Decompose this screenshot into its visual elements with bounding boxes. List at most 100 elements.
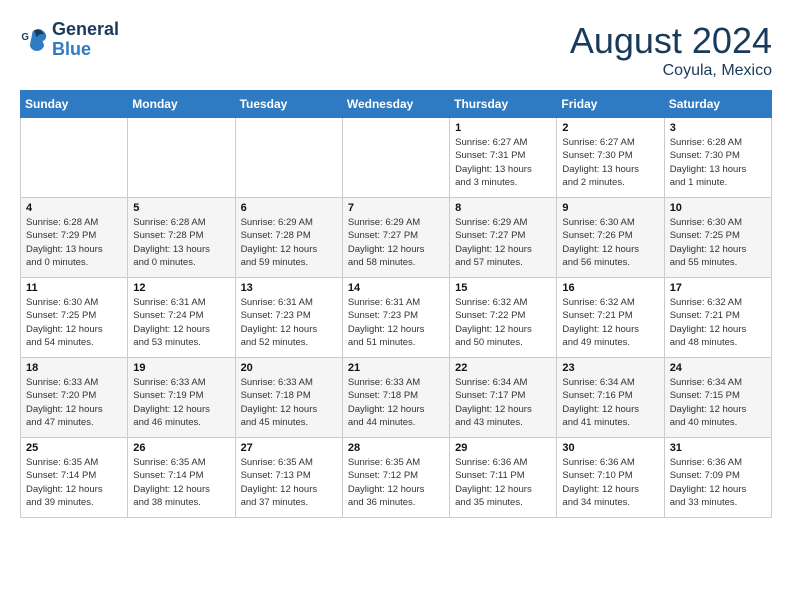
calendar-cell: 17 Sunrise: 6:32 AM Sunset: 7:21 PM Dayli… xyxy=(664,278,771,358)
day-info: Sunrise: 6:32 AM Sunset: 7:21 PM Dayligh… xyxy=(670,296,766,349)
calendar-cell: 18 Sunrise: 6:33 AM Sunset: 7:20 PM Dayli… xyxy=(21,358,128,438)
day-info: Sunrise: 6:30 AM Sunset: 7:26 PM Dayligh… xyxy=(562,216,658,269)
calendar-cell: 24Sunrise: 6:34 AM Sunset: 7:15 PM Dayli… xyxy=(664,358,771,438)
day-number: 4 xyxy=(26,202,122,214)
day-number: 12 xyxy=(133,282,229,294)
calendar-cell: 27 Sunrise: 6:35 AM Sunset: 7:13 PM Dayli… xyxy=(235,438,342,518)
calendar-cell: 12 Sunrise: 6:31 AM Sunset: 7:24 PM Dayli… xyxy=(128,278,235,358)
day-info: Sunrise: 6:34 AM Sunset: 7:15 PM Dayligh… xyxy=(670,376,766,429)
day-info: Sunrise: 6:34 AM Sunset: 7:17 PM Dayligh… xyxy=(455,376,551,429)
day-info: Sunrise: 6:28 AM Sunset: 7:29 PM Dayligh… xyxy=(26,216,122,269)
calendar-week-5: 25Sunrise: 6:35 AM Sunset: 7:14 PM Dayli… xyxy=(21,438,772,518)
calendar-week-1: 1Sunrise: 6:27 AM Sunset: 7:31 PM Daylig… xyxy=(21,118,772,198)
title-block: August 2024 Coyula, Mexico xyxy=(570,20,772,80)
day-info: Sunrise: 6:35 AM Sunset: 7:13 PM Dayligh… xyxy=(241,456,337,509)
day-number: 8 xyxy=(455,202,551,214)
day-number: 13 xyxy=(241,282,337,294)
calendar-cell: 16Sunrise: 6:32 AM Sunset: 7:21 PM Dayli… xyxy=(557,278,664,358)
day-number: 19 xyxy=(133,362,229,374)
day-number: 28 xyxy=(348,442,444,454)
day-info: Sunrise: 6:35 AM Sunset: 7:14 PM Dayligh… xyxy=(133,456,229,509)
logo: G General Blue xyxy=(20,20,119,60)
page-header: G General Blue August 2024 Coyula, Mexic… xyxy=(20,20,772,80)
calendar-cell: 10 Sunrise: 6:30 AM Sunset: 7:25 PM Dayli… xyxy=(664,198,771,278)
calendar-cell: 11 Sunrise: 6:30 AM Sunset: 7:25 PM Dayli… xyxy=(21,278,128,358)
calendar-cell: 31 Sunrise: 6:36 AM Sunset: 7:09 PM Dayli… xyxy=(664,438,771,518)
day-info: Sunrise: 6:33 AM Sunset: 7:19 PM Dayligh… xyxy=(133,376,229,429)
day-number: 7 xyxy=(348,202,444,214)
day-number: 14 xyxy=(348,282,444,294)
calendar-cell: 8 Sunrise: 6:29 AM Sunset: 7:27 PM Daylig… xyxy=(450,198,557,278)
day-info: Sunrise: 6:35 AM Sunset: 7:14 PM Dayligh… xyxy=(26,456,122,509)
calendar-cell: 14 Sunrise: 6:31 AM Sunset: 7:23 PM Dayli… xyxy=(342,278,449,358)
day-number: 26 xyxy=(133,442,229,454)
day-number: 1 xyxy=(455,122,551,134)
day-info: Sunrise: 6:36 AM Sunset: 7:09 PM Dayligh… xyxy=(670,456,766,509)
calendar-cell: 19 Sunrise: 6:33 AM Sunset: 7:19 PM Dayli… xyxy=(128,358,235,438)
day-info: Sunrise: 6:30 AM Sunset: 7:25 PM Dayligh… xyxy=(26,296,122,349)
calendar-header: SundayMondayTuesdayWednesdayThursdayFrid… xyxy=(21,91,772,118)
day-info: Sunrise: 6:29 AM Sunset: 7:27 PM Dayligh… xyxy=(455,216,551,269)
day-number: 2 xyxy=(562,122,658,134)
day-number: 23 xyxy=(562,362,658,374)
day-number: 16 xyxy=(562,282,658,294)
location: Coyula, Mexico xyxy=(570,62,772,80)
day-info: Sunrise: 6:36 AM Sunset: 7:11 PM Dayligh… xyxy=(455,456,551,509)
day-info: Sunrise: 6:33 AM Sunset: 7:20 PM Dayligh… xyxy=(26,376,122,429)
weekday-header-monday: Monday xyxy=(128,91,235,118)
day-number: 5 xyxy=(133,202,229,214)
calendar-cell: 13 Sunrise: 6:31 AM Sunset: 7:23 PM Dayli… xyxy=(235,278,342,358)
day-number: 9 xyxy=(562,202,658,214)
day-info: Sunrise: 6:27 AM Sunset: 7:30 PM Dayligh… xyxy=(562,136,658,189)
calendar-cell: 3Sunrise: 6:28 AM Sunset: 7:30 PM Daylig… xyxy=(664,118,771,198)
calendar-cell: 4 Sunrise: 6:28 AM Sunset: 7:29 PM Daylig… xyxy=(21,198,128,278)
calendar-cell: 6 Sunrise: 6:29 AM Sunset: 7:28 PM Daylig… xyxy=(235,198,342,278)
calendar-cell: 21Sunrise: 6:33 AM Sunset: 7:18 PM Dayli… xyxy=(342,358,449,438)
weekday-header-thursday: Thursday xyxy=(450,91,557,118)
day-info: Sunrise: 6:31 AM Sunset: 7:23 PM Dayligh… xyxy=(348,296,444,349)
calendar-cell: 30 Sunrise: 6:36 AM Sunset: 7:10 PM Dayli… xyxy=(557,438,664,518)
calendar-cell: 23 Sunrise: 6:34 AM Sunset: 7:16 PM Dayli… xyxy=(557,358,664,438)
day-info: Sunrise: 6:29 AM Sunset: 7:27 PM Dayligh… xyxy=(348,216,444,269)
day-info: Sunrise: 6:29 AM Sunset: 7:28 PM Dayligh… xyxy=(241,216,337,269)
day-number: 27 xyxy=(241,442,337,454)
weekday-header-wednesday: Wednesday xyxy=(342,91,449,118)
day-info: Sunrise: 6:28 AM Sunset: 7:30 PM Dayligh… xyxy=(670,136,766,189)
day-number: 29 xyxy=(455,442,551,454)
weekday-header-friday: Friday xyxy=(557,91,664,118)
calendar-cell: 29 Sunrise: 6:36 AM Sunset: 7:11 PM Dayli… xyxy=(450,438,557,518)
weekday-header-tuesday: Tuesday xyxy=(235,91,342,118)
logo-text: General Blue xyxy=(52,20,119,60)
calendar-cell: 1Sunrise: 6:27 AM Sunset: 7:31 PM Daylig… xyxy=(450,118,557,198)
day-info: Sunrise: 6:31 AM Sunset: 7:24 PM Dayligh… xyxy=(133,296,229,349)
logo-icon: G xyxy=(20,26,48,54)
day-number: 6 xyxy=(241,202,337,214)
calendar-cell: 20Sunrise: 6:33 AM Sunset: 7:18 PM Dayli… xyxy=(235,358,342,438)
day-number: 30 xyxy=(562,442,658,454)
day-number: 20 xyxy=(241,362,337,374)
day-info: Sunrise: 6:31 AM Sunset: 7:23 PM Dayligh… xyxy=(241,296,337,349)
calendar-cell: 25Sunrise: 6:35 AM Sunset: 7:14 PM Dayli… xyxy=(21,438,128,518)
day-number: 10 xyxy=(670,202,766,214)
calendar-cell xyxy=(128,118,235,198)
day-info: Sunrise: 6:32 AM Sunset: 7:22 PM Dayligh… xyxy=(455,296,551,349)
calendar-cell: 22 Sunrise: 6:34 AM Sunset: 7:17 PM Dayli… xyxy=(450,358,557,438)
calendar-cell: 9 Sunrise: 6:30 AM Sunset: 7:26 PM Daylig… xyxy=(557,198,664,278)
day-info: Sunrise: 6:36 AM Sunset: 7:10 PM Dayligh… xyxy=(562,456,658,509)
calendar-cell: 28Sunrise: 6:35 AM Sunset: 7:12 PM Dayli… xyxy=(342,438,449,518)
calendar-week-2: 4 Sunrise: 6:28 AM Sunset: 7:29 PM Daylig… xyxy=(21,198,772,278)
day-number: 18 xyxy=(26,362,122,374)
day-number: 15 xyxy=(455,282,551,294)
day-number: 31 xyxy=(670,442,766,454)
day-number: 11 xyxy=(26,282,122,294)
day-info: Sunrise: 6:30 AM Sunset: 7:25 PM Dayligh… xyxy=(670,216,766,269)
day-info: Sunrise: 6:33 AM Sunset: 7:18 PM Dayligh… xyxy=(348,376,444,429)
calendar-cell: 15 Sunrise: 6:32 AM Sunset: 7:22 PM Dayli… xyxy=(450,278,557,358)
calendar-cell xyxy=(21,118,128,198)
calendar-cell: 2 Sunrise: 6:27 AM Sunset: 7:30 PM Daylig… xyxy=(557,118,664,198)
day-info: Sunrise: 6:34 AM Sunset: 7:16 PM Dayligh… xyxy=(562,376,658,429)
day-number: 22 xyxy=(455,362,551,374)
month-year: August 2024 xyxy=(570,20,772,62)
day-info: Sunrise: 6:28 AM Sunset: 7:28 PM Dayligh… xyxy=(133,216,229,269)
day-number: 17 xyxy=(670,282,766,294)
